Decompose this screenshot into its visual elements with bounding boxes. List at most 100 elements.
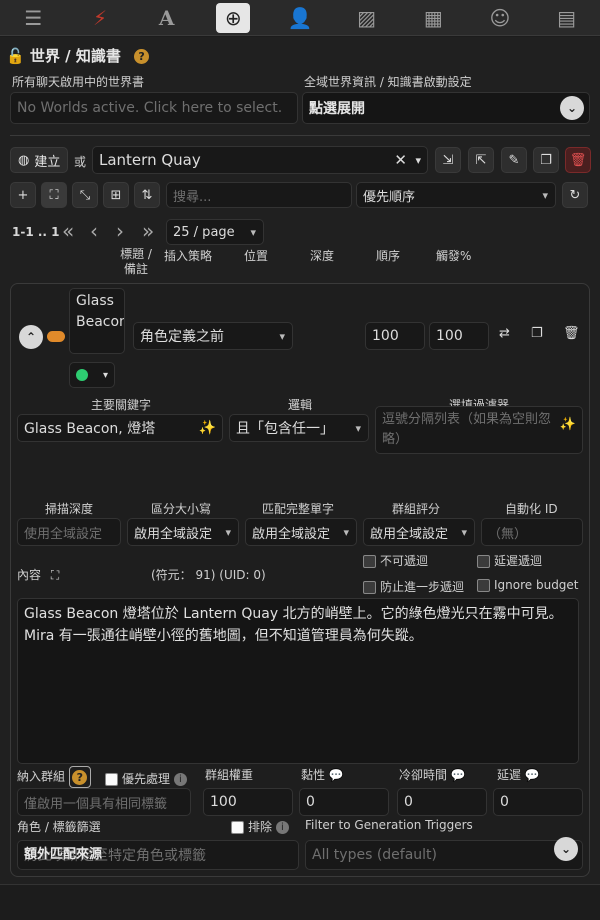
smile-icon[interactable]: ☺ bbox=[483, 3, 517, 33]
image-icon[interactable]: ▨ bbox=[350, 3, 384, 33]
delay-input[interactable]: 0 bbox=[493, 788, 583, 816]
ignore-budget-option[interactable]: Ignore budget bbox=[477, 578, 579, 592]
font-icon[interactable]: A bbox=[150, 3, 184, 33]
help-icon[interactable]: ? bbox=[134, 49, 150, 64]
logic-select[interactable]: 且「包含任一」 bbox=[229, 414, 369, 442]
non-recursable-checkbox[interactable] bbox=[363, 555, 376, 568]
create-book-button[interactable]: ◍ 建立 bbox=[10, 147, 69, 173]
lock-icon[interactable]: 🔓 bbox=[6, 47, 25, 65]
entry-position-value: 角色定義之前 bbox=[140, 329, 224, 345]
entry-order-input[interactable]: 100 bbox=[365, 322, 425, 350]
plug-icon[interactable]: ⚡ bbox=[83, 3, 117, 33]
sparkle-icon[interactable]: ✨ bbox=[560, 415, 576, 435]
cubes-icon[interactable]: ▦ bbox=[416, 3, 450, 33]
whole-word-value: 啟用全域設定 bbox=[252, 526, 331, 542]
secondary-keys-input[interactable]: 逗號分隔列表（如果為空則忽略） ✨ bbox=[375, 406, 583, 454]
sort-renumber-icon[interactable]: ⇅ bbox=[134, 182, 160, 208]
group-weight-input[interactable]: 100 bbox=[203, 788, 293, 816]
export-icon[interactable]: ⇱ bbox=[468, 147, 494, 173]
user-gear-icon[interactable]: 👤 bbox=[283, 3, 317, 33]
per-page-select[interactable]: 25 / page bbox=[166, 219, 264, 245]
delay-recursion-option[interactable]: 延遲遞迴 bbox=[477, 552, 542, 569]
col-strategy: 插入策略 bbox=[164, 249, 213, 263]
id-card-icon[interactable]: ▤ bbox=[550, 3, 584, 33]
content-label: 內容 ⛶ bbox=[17, 566, 59, 583]
info-icon[interactable]: i bbox=[173, 773, 187, 786]
fill-memo-icon[interactable]: ⊞ bbox=[103, 182, 129, 208]
prev-page-icon[interactable]: ‹ bbox=[90, 219, 98, 243]
col-trigger: 觸發% bbox=[436, 249, 472, 263]
ignore-budget-label: Ignore budget bbox=[494, 578, 579, 592]
sparkle-icon[interactable]: ✨ bbox=[199, 420, 216, 436]
expand-all-icon[interactable]: ⛶ bbox=[41, 182, 67, 208]
info-icon[interactable]: i bbox=[275, 821, 289, 834]
book-select[interactable]: Lantern Quay ✕ ▾ bbox=[92, 146, 428, 174]
chevron-down-icon[interactable]: ⌄ bbox=[560, 96, 584, 120]
entry-position-select[interactable]: 角色定義之前 bbox=[133, 322, 293, 350]
automation-id-input[interactable]: （無） bbox=[481, 518, 583, 546]
logic-value: 且「包含任一」 bbox=[236, 421, 334, 437]
prevent-recursion-option[interactable]: 防止進一步遞迴 bbox=[363, 578, 464, 595]
exclude-label: 排除 bbox=[248, 820, 273, 834]
expand-editor-icon[interactable]: ⛶ bbox=[51, 568, 59, 582]
whole-word-label: 匹配完整單字 bbox=[262, 502, 335, 516]
chevron-down-icon[interactable]: ⌄ bbox=[554, 837, 578, 861]
case-select[interactable]: 啟用全域設定 bbox=[127, 518, 239, 546]
collapse-entry-icon[interactable]: ⌃ bbox=[19, 325, 43, 349]
globe-icon: ◍ bbox=[18, 152, 30, 168]
content-textarea[interactable]: Glass Beacon 燈塔位於 Lantern Quay 北方的峭壁上。它的… bbox=[17, 598, 579, 764]
extra-sources-label[interactable]: 額外匹配來源 bbox=[24, 843, 102, 862]
token-info: (符元： 91) (UID: 0) bbox=[151, 568, 266, 582]
entry-trigger-input[interactable]: 100 bbox=[429, 322, 489, 350]
group-score-select[interactable]: 啟用全域設定 bbox=[363, 518, 475, 546]
search-input[interactable]: 搜尋... bbox=[166, 182, 352, 208]
ignore-budget-checkbox[interactable] bbox=[477, 579, 490, 592]
caret-down-icon: ▾ bbox=[102, 369, 108, 381]
exclude-checkbox[interactable] bbox=[231, 821, 244, 834]
gen-triggers-input[interactable]: All types (default) bbox=[305, 840, 583, 870]
non-recursable-option[interactable]: 不可遞迴 bbox=[363, 552, 428, 569]
per-page-value: 25 / page bbox=[173, 224, 235, 240]
sliders-icon[interactable]: ☰ bbox=[16, 3, 50, 33]
top-nav-bar: ☰ ⚡ A ⊕ 👤 ▨ ▦ ☺ ▤ bbox=[0, 0, 600, 36]
delete-book-icon[interactable]: 🗑 bbox=[565, 147, 591, 173]
next-page-icon[interactable]: › bbox=[116, 219, 124, 243]
global-settings-toggle[interactable]: 點選展開 bbox=[302, 92, 590, 124]
first-page-icon[interactable]: « bbox=[62, 219, 74, 243]
primary-keys-input[interactable]: Glass Beacon, 燈塔 ✨ bbox=[17, 414, 223, 442]
entry-status-select[interactable]: ▾ bbox=[69, 362, 115, 388]
sticky-input[interactable]: 0 bbox=[299, 788, 389, 816]
refresh-icon[interactable]: ↻ bbox=[562, 182, 588, 208]
cooldown-input[interactable]: 0 bbox=[397, 788, 487, 816]
collapse-all-icon[interactable]: ⤡ bbox=[72, 182, 98, 208]
duplicate-icon[interactable]: ❐ bbox=[533, 147, 559, 173]
delay-recursion-checkbox[interactable] bbox=[477, 555, 490, 568]
scan-depth-label: 掃描深度 bbox=[45, 502, 94, 516]
inclusion-group-input[interactable]: 僅啟用一個具有相同標籤 bbox=[17, 788, 191, 816]
entry-enabled-toggle[interactable] bbox=[47, 331, 65, 342]
exclude-option[interactable]: 排除 i bbox=[231, 818, 289, 835]
duplicate-entry-icon[interactable]: ❐ bbox=[531, 326, 543, 341]
scan-depth-input[interactable]: 使用全域設定 bbox=[17, 518, 121, 546]
delay-label: 延遲 💬 bbox=[497, 766, 540, 783]
whole-word-select[interactable]: 啟用全域設定 bbox=[245, 518, 357, 546]
help-icon[interactable]: ? bbox=[68, 766, 91, 788]
comment-icon: 💬 bbox=[524, 768, 540, 782]
entry-title-input[interactable]: Glass Beacon bbox=[69, 288, 125, 354]
prioritize-label: 優先處理 bbox=[122, 772, 171, 786]
add-entry-icon[interactable]: + bbox=[10, 182, 36, 208]
prioritize-checkbox[interactable] bbox=[105, 773, 118, 786]
book-atlas-icon[interactable]: ⊕ bbox=[216, 2, 251, 33]
prevent-recursion-checkbox[interactable] bbox=[363, 581, 376, 594]
primary-keys-value: Glass Beacon, 燈塔 bbox=[24, 421, 156, 437]
move-entry-icon[interactable]: ⇄ bbox=[499, 326, 510, 341]
sort-select[interactable]: 優先順序 bbox=[356, 182, 556, 208]
delete-entry-icon[interactable]: 🗑 bbox=[563, 326, 580, 341]
col-depth: 深度 bbox=[310, 249, 335, 263]
rename-pencil-icon[interactable]: ✎ bbox=[501, 147, 527, 173]
last-page-icon[interactable]: » bbox=[142, 219, 154, 243]
import-icon[interactable]: ⇲ bbox=[435, 147, 461, 173]
prioritize-option[interactable]: 優先處理 i bbox=[105, 770, 187, 787]
active-worlds-select[interactable]: No Worlds active. Click here to select. bbox=[10, 92, 298, 124]
clear-icon[interactable]: ✕ bbox=[394, 151, 407, 169]
